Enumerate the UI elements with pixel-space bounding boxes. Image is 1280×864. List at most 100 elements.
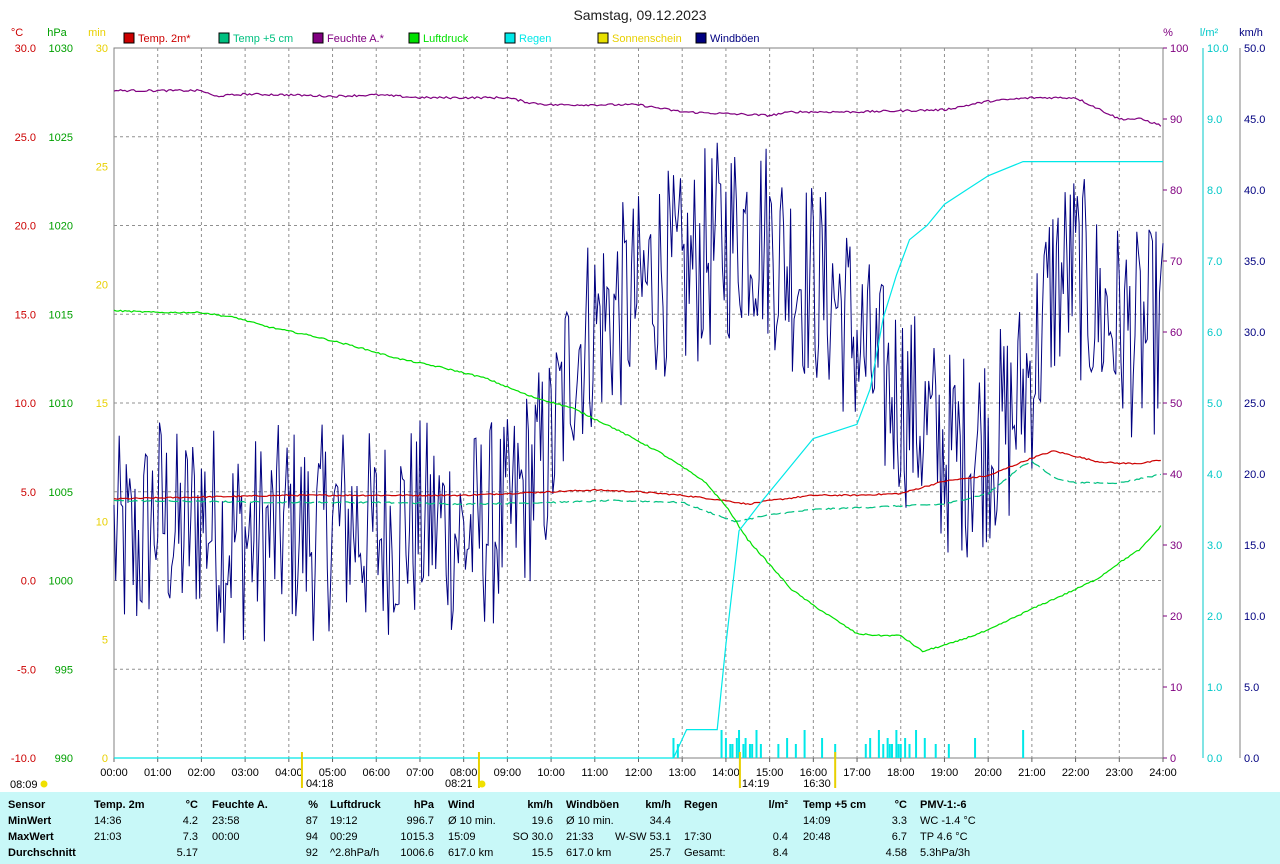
tick-label-x: 22:00 (1062, 767, 1090, 779)
tick-label-press: 990 (55, 753, 73, 765)
tick-label-x: 23:00 (1106, 767, 1134, 779)
legend-entry: Temp +5 cm (233, 33, 293, 45)
tick-label-sun: 10 (96, 516, 108, 528)
stats-cell: Sensor (8, 799, 46, 811)
stats-cell: 15:09 (448, 831, 476, 843)
weather-chart: Samstag, 09.12.2023 °C hPa min 30.0 25.0 20.0 1… (10, 7, 1265, 791)
tick-label-press: 1015 (49, 309, 73, 321)
legend-swatch (408, 32, 420, 44)
tick-label-wind: 30.0 (1244, 327, 1265, 339)
axis-unit-sun: min (88, 27, 106, 39)
stats-cell: 23:58 (212, 815, 240, 827)
stats-cell: Gesamt: (684, 847, 726, 859)
stats-cell: 87 (305, 815, 318, 827)
stats-cell: 15.5 (531, 847, 553, 859)
tick-label-sun: 20 (96, 280, 108, 292)
tick-label-x: 09:00 (494, 767, 522, 779)
tick-label-x: 02:00 (188, 767, 216, 779)
tick-label-hum: 20 (1170, 611, 1182, 623)
tick-label-wind: 20.0 (1244, 469, 1265, 481)
stats-cell: W-SW 53.1 (614, 831, 671, 843)
tick-label-wind: 40.0 (1244, 185, 1265, 197)
axis-unit-wind: km/h (1239, 27, 1263, 39)
stats-cell: Ø 10 min. (566, 815, 614, 827)
tick-label-temp: 5.0 (21, 487, 36, 499)
tick-label-press: 995 (55, 664, 73, 676)
tick-label-temp: 25.0 (15, 132, 36, 144)
stats-cell: Windböen (566, 799, 620, 811)
tick-label-press: 1000 (49, 576, 73, 588)
stats-cell: 21:03 (94, 831, 122, 843)
stats-cell: ^2.8hPa/h (330, 847, 380, 859)
stats-cell: 14:09 (803, 815, 831, 827)
stats-cell: 1015.3 (400, 831, 434, 843)
stats-cell: MinWert (8, 815, 52, 827)
tick-label-rain: 9.0 (1207, 114, 1222, 126)
tick-label-x: 20:00 (974, 767, 1002, 779)
tick-label-press: 1010 (49, 398, 73, 410)
tick-label-x: 07:00 (406, 767, 434, 779)
tick-label-hum: 30 (1170, 540, 1182, 552)
stats-cell: 25.7 (649, 847, 671, 859)
stats-cell: SO 30.0 (512, 831, 553, 843)
tick-label-rain: 1.0 (1207, 682, 1222, 694)
legend-swatch (123, 32, 135, 44)
stats-cell: Durchschnitt (8, 847, 76, 859)
stats-cell: °C (185, 799, 198, 811)
stats-cell: Temp. 2m (94, 799, 145, 811)
tick-label-rain: 0.0 (1207, 753, 1222, 765)
tick-label-temp: 0.0 (21, 576, 36, 588)
tick-label-x: 14:00 (712, 767, 740, 779)
tick-label-hum: 10 (1170, 682, 1182, 694)
stats-cell: 5.3hPa/3h (920, 847, 971, 859)
stats-cell: °C (894, 799, 907, 811)
tick-label-wind: 50.0 (1244, 43, 1265, 55)
stats-cell: hPa (413, 799, 434, 811)
stats-cell: 996.7 (406, 815, 434, 827)
tick-label-sun: 0 (102, 753, 108, 765)
sun-icon-0821 (478, 780, 486, 788)
tick-label-x: 18:00 (887, 767, 915, 779)
stats-cell: 00:29 (330, 831, 358, 843)
tick-label-wind: 0.0 (1244, 753, 1259, 765)
tick-label-hum: 100 (1170, 43, 1188, 55)
tick-label-x: 19:00 (931, 767, 959, 779)
tick-label-hum: 60 (1170, 327, 1182, 339)
tick-label-x: 12:00 (625, 767, 653, 779)
stats-cell: 94 (305, 831, 318, 843)
stats-cell: 617.0 km (566, 847, 612, 859)
stats-cell: Wind (448, 799, 475, 811)
stats-cell: 20:48 (803, 831, 831, 843)
tick-label-x: 04:00 (275, 767, 303, 779)
stats-cell: Temp +5 cm (803, 799, 867, 811)
tick-label-x: 24:00 (1149, 767, 1177, 779)
stats-cell: Luftdruck (330, 799, 381, 811)
legend-entry: Windböen (710, 33, 760, 45)
tick-label-temp: -5.0 (17, 664, 36, 676)
tick-label-x: 03:00 (231, 767, 259, 779)
tick-label-rain: 10.0 (1207, 43, 1228, 55)
stats-cell: km/h (527, 799, 553, 811)
tick-label-hum: 50 (1170, 398, 1182, 410)
stats-cell: 617.0 km (448, 847, 494, 859)
tick-label-temp: 20.0 (15, 221, 36, 233)
tick-label-hum: 70 (1170, 256, 1182, 268)
tick-label-rain: 7.0 (1207, 256, 1222, 268)
stats-cell: 00:00 (212, 831, 240, 843)
tick-label-hum: 90 (1170, 114, 1182, 126)
tick-label-rain: 4.0 (1207, 469, 1222, 481)
legend-swatch (597, 32, 609, 44)
axis-unit-temp: °C (11, 27, 23, 39)
sunrise-time: 08:09 (10, 779, 38, 791)
legend-entry: Temp. 2m* (138, 33, 191, 45)
legend-swatch (218, 32, 230, 44)
tick-label-wind: 45.0 (1244, 114, 1265, 126)
stats-cell: 21:33 (566, 831, 594, 843)
tick-label-hum: 40 (1170, 469, 1182, 481)
stats-cell: 14:36 (94, 815, 122, 827)
tick-label-press: 1030 (49, 43, 73, 55)
tick-label-x: 11:00 (581, 767, 608, 779)
stats-cell: 6.7 (891, 831, 907, 843)
stats-cell: l/m² (768, 799, 788, 811)
tick-label-temp: 15.0 (15, 309, 36, 321)
